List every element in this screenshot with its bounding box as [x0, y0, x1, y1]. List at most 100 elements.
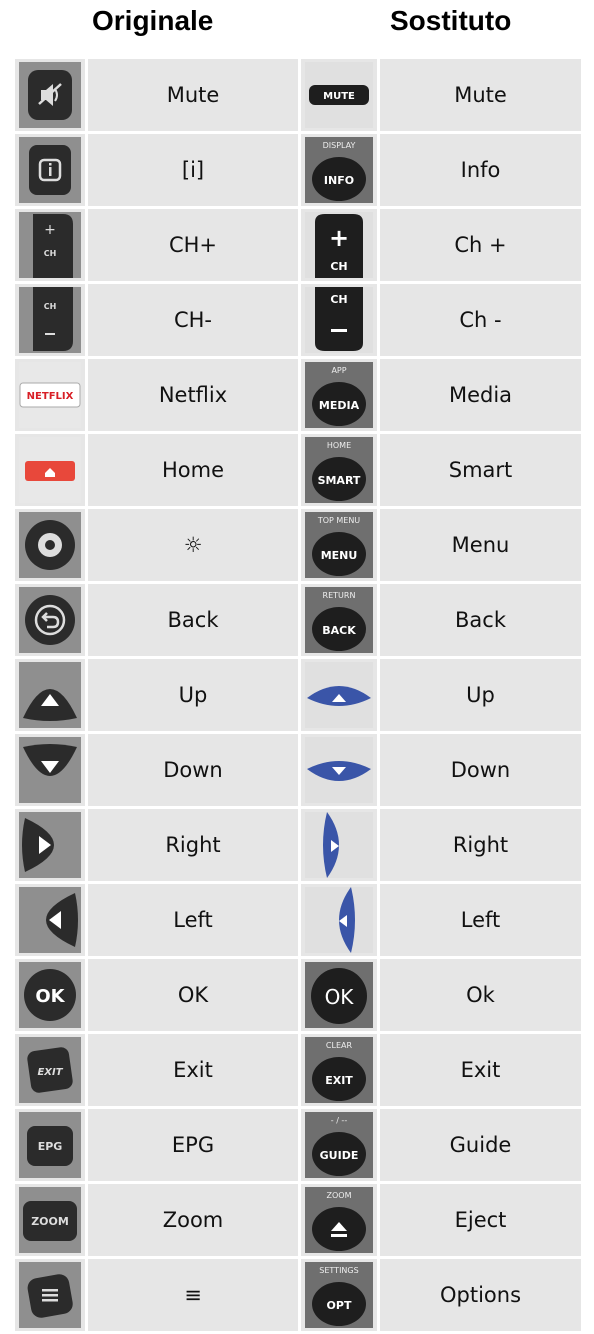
svg-text:MEDIA: MEDIA [319, 399, 360, 412]
original-button-label: Up [88, 659, 298, 731]
replacement-button-label: Mute [380, 59, 581, 131]
replacement-icon-cell [301, 884, 377, 956]
replacement-icon-cell: MUTE [301, 59, 377, 131]
svg-text:OPT: OPT [327, 1299, 352, 1312]
svg-text:CH: CH [330, 260, 347, 273]
original-icon-cell [15, 509, 85, 581]
mapping-row: ☼ TOP MENU MENU Menu [15, 509, 581, 581]
up-arrow-icon [305, 662, 373, 728]
replacement-button-label: Left [380, 884, 581, 956]
original-button-label: Exit [88, 1034, 298, 1106]
smart-button-icon: HOME SMART [305, 437, 373, 503]
svg-text:INFO: INFO [324, 174, 354, 187]
replacement-icon-cell: RETURN BACK [301, 584, 377, 656]
replacement-button-label: Media [380, 359, 581, 431]
svg-text:SMART: SMART [318, 474, 361, 487]
epg-icon: EPG [19, 1112, 81, 1178]
svg-text:GUIDE: GUIDE [320, 1149, 359, 1162]
replacement-button-label: Back [380, 584, 581, 656]
replacement-button-label: Exit [380, 1034, 581, 1106]
replacement-button-label: Right [380, 809, 581, 881]
original-icon-cell [15, 734, 85, 806]
back-icon [19, 587, 81, 653]
mapping-row: ≡ SETTINGS OPT Options [15, 1259, 581, 1331]
down-arrow-icon [19, 737, 81, 803]
svg-text:EPG: EPG [38, 1140, 63, 1153]
exit-icon: EXIT [19, 1037, 81, 1103]
svg-text:+: + [329, 224, 349, 252]
home-icon [19, 437, 81, 503]
info-icon [19, 137, 81, 203]
original-button-label: [i] [88, 134, 298, 206]
mapping-row: Home HOME SMART Smart [15, 434, 581, 506]
original-icon-cell: CH [15, 284, 85, 356]
replacement-button-label: Up [380, 659, 581, 731]
svg-text:ZOOM: ZOOM [327, 1191, 352, 1200]
ok-icon: OK [305, 962, 373, 1028]
mapping-row: Left Left [15, 884, 581, 956]
guide-button-icon: - / -- GUIDE [305, 1112, 373, 1178]
svg-text:CLEAR: CLEAR [326, 1041, 353, 1050]
left-arrow-icon [305, 887, 373, 953]
replacement-button-label: Smart [380, 434, 581, 506]
original-button-label: Left [88, 884, 298, 956]
svg-text:CH: CH [330, 293, 347, 306]
up-arrow-icon [19, 662, 81, 728]
mute-button-icon: MUTE [305, 62, 373, 128]
original-button-label: EPG [88, 1109, 298, 1181]
replacement-icon-cell: HOME SMART [301, 434, 377, 506]
back-button-icon: RETURN BACK [305, 587, 373, 653]
replacement-button-label: Eject [380, 1184, 581, 1256]
svg-text:EXIT: EXIT [37, 1067, 63, 1078]
ok-icon: OK [19, 962, 81, 1028]
mapping-row: CH CH- CH Ch - [15, 284, 581, 356]
ch-plus-icon: + CH [305, 212, 373, 278]
netflix-icon: NETFLIX [19, 362, 81, 428]
replacement-icon-cell: CLEAR EXIT [301, 1034, 377, 1106]
eject-icon: ZOOM [305, 1187, 373, 1253]
menu-button-icon: TOP MENU MENU [305, 512, 373, 578]
mapping-row: OK OK OK Ok [15, 959, 581, 1031]
replacement-icon-cell: TOP MENU MENU [301, 509, 377, 581]
original-icon-cell [15, 659, 85, 731]
info-button-icon: DISPLAY INFO [305, 137, 373, 203]
mapping-row: Back RETURN BACK Back [15, 584, 581, 656]
svg-text:APP: APP [331, 366, 346, 375]
mapping-row: Down Down [15, 734, 581, 806]
replacement-button-label: Ch + [380, 209, 581, 281]
exit-button-icon: CLEAR EXIT [305, 1037, 373, 1103]
svg-text:TOP MENU: TOP MENU [317, 516, 360, 525]
svg-text:OK: OK [325, 985, 355, 1009]
original-icon-cell [15, 1259, 85, 1331]
replacement-button-label: Menu [380, 509, 581, 581]
original-icon-cell [15, 884, 85, 956]
replacement-icon-cell: OK [301, 959, 377, 1031]
replacement-icon-cell: CH [301, 284, 377, 356]
mapping-row: [i] DISPLAY INFO Info [15, 134, 581, 206]
menu-lines-icon [19, 1262, 81, 1328]
mapping-row: NETFLIX Netflix APP MEDIA Media [15, 359, 581, 431]
replacement-button-label: Guide [380, 1109, 581, 1181]
original-button-label: Mute [88, 59, 298, 131]
svg-text:- / --: - / -- [331, 1116, 348, 1125]
svg-text:RETURN: RETURN [323, 591, 356, 600]
original-icon-cell: EPG [15, 1109, 85, 1181]
replacement-button-label: Options [380, 1259, 581, 1331]
column-header-original: Originale [92, 5, 214, 36]
original-icon-cell [15, 584, 85, 656]
original-icon-cell: OK [15, 959, 85, 1031]
svg-text:BACK: BACK [322, 624, 356, 637]
mapping-row: Up Up [15, 659, 581, 731]
svg-text:CH: CH [44, 249, 57, 258]
ch-minus-icon: CH [19, 287, 81, 353]
original-icon-cell: + CH [15, 209, 85, 281]
replacement-button-label: Info [380, 134, 581, 206]
ch-plus-icon: + CH [19, 212, 81, 278]
media-button-icon: APP MEDIA [305, 362, 373, 428]
original-icon-cell [15, 434, 85, 506]
svg-text:NETFLIX: NETFLIX [27, 391, 74, 402]
replacement-icon-cell: ZOOM [301, 1184, 377, 1256]
svg-text:EXIT: EXIT [325, 1074, 353, 1087]
original-button-label: Right [88, 809, 298, 881]
replacement-icon-cell [301, 659, 377, 731]
